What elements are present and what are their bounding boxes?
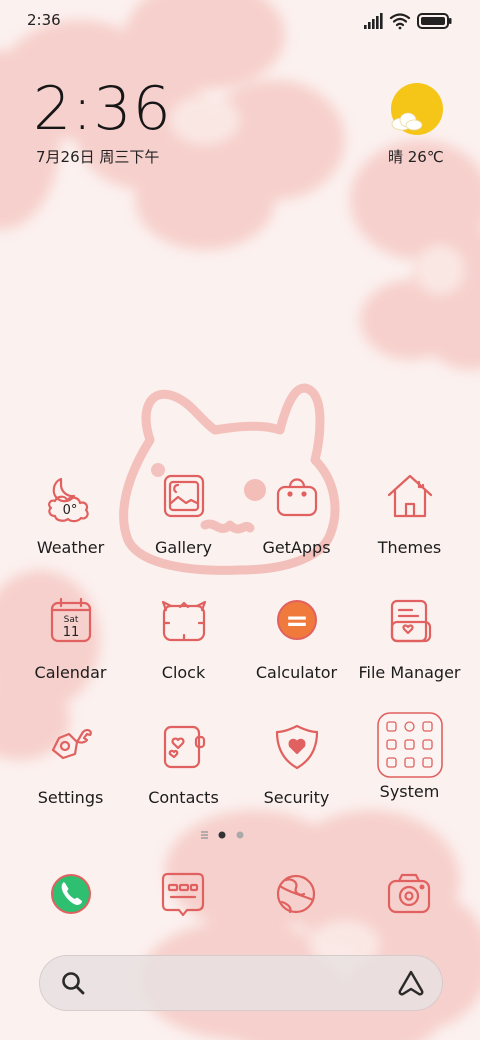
- battery-icon: [417, 13, 452, 29]
- status-icons: [364, 13, 452, 30]
- app-gallery[interactable]: Gallery: [127, 470, 240, 557]
- search-icon[interactable]: [60, 970, 86, 996]
- app-label: Security: [263, 788, 330, 807]
- app-calendar[interactable]: Sat 11 Calendar: [14, 595, 127, 682]
- folder-icon: [390, 599, 431, 643]
- app-system-folder[interactable]: System: [353, 712, 466, 801]
- folder-grid-icon: [376, 712, 443, 778]
- app-themes[interactable]: Themes: [353, 470, 466, 557]
- app-calculator[interactable]: = Calculator: [240, 595, 353, 682]
- gallery-icon: [163, 474, 204, 518]
- camera-icon[interactable]: [381, 866, 437, 922]
- app-label: Gallery: [155, 538, 212, 557]
- calculator-glyph: =: [285, 604, 308, 637]
- contacts-icon: [163, 725, 205, 769]
- assistant-icon[interactable]: [396, 969, 426, 997]
- weather-icon-badge: 0°: [62, 503, 77, 518]
- clock-icon: [161, 600, 206, 642]
- wrench-icon: [51, 729, 92, 760]
- app-label: GetApps: [262, 538, 331, 557]
- app-getapps[interactable]: GetApps: [240, 470, 353, 557]
- calculator-icon: =: [276, 600, 317, 640]
- app-contacts[interactable]: Contacts: [127, 720, 240, 807]
- weather-icon: 0°: [47, 477, 89, 523]
- app-settings[interactable]: Settings: [14, 720, 127, 807]
- page-list-icon: [201, 831, 208, 839]
- app-label: Calendar: [34, 663, 107, 682]
- status-bar: 2:36: [0, 0, 480, 42]
- wifi-icon: [389, 13, 411, 30]
- app-label: Weather: [36, 538, 105, 557]
- search-bar[interactable]: [39, 955, 443, 1011]
- app-label: System: [379, 782, 440, 801]
- phone-icon[interactable]: [43, 866, 99, 922]
- calendar-icon: Sat 11: [50, 597, 91, 643]
- calendar-day-name: Sat: [63, 615, 78, 625]
- app-label: Contacts: [148, 788, 219, 807]
- home-icon: [387, 474, 432, 518]
- app-label: Clock: [161, 663, 206, 682]
- shield-icon: [275, 724, 318, 770]
- clock-widget-time[interactable]: 2:36: [33, 74, 172, 144]
- clock-widget-date: 7月26日 周三下午: [36, 148, 160, 166]
- shopping-bag-icon: [276, 478, 317, 517]
- status-time: 2:36: [27, 11, 61, 29]
- weather-widget-text: 晴 26℃: [388, 148, 444, 166]
- app-label: Settings: [37, 788, 104, 807]
- app-label: Themes: [377, 538, 442, 557]
- browser-icon[interactable]: [268, 866, 324, 922]
- app-label: Calculator: [255, 663, 338, 682]
- page-dot-1: [218, 831, 226, 839]
- app-security[interactable]: Security: [240, 720, 353, 807]
- page-indicator[interactable]: [200, 829, 280, 841]
- sun-cloud-icon[interactable]: [388, 82, 444, 138]
- calendar-day-number: 11: [62, 625, 79, 640]
- page-dot-2: [236, 831, 244, 839]
- app-weather[interactable]: 0° Weather: [14, 470, 127, 557]
- app-label: File Manager: [358, 663, 461, 682]
- message-icon[interactable]: [155, 866, 211, 922]
- signal-icon: [364, 13, 383, 29]
- app-file-manager[interactable]: File Manager: [353, 595, 466, 682]
- app-clock[interactable]: Clock: [127, 595, 240, 682]
